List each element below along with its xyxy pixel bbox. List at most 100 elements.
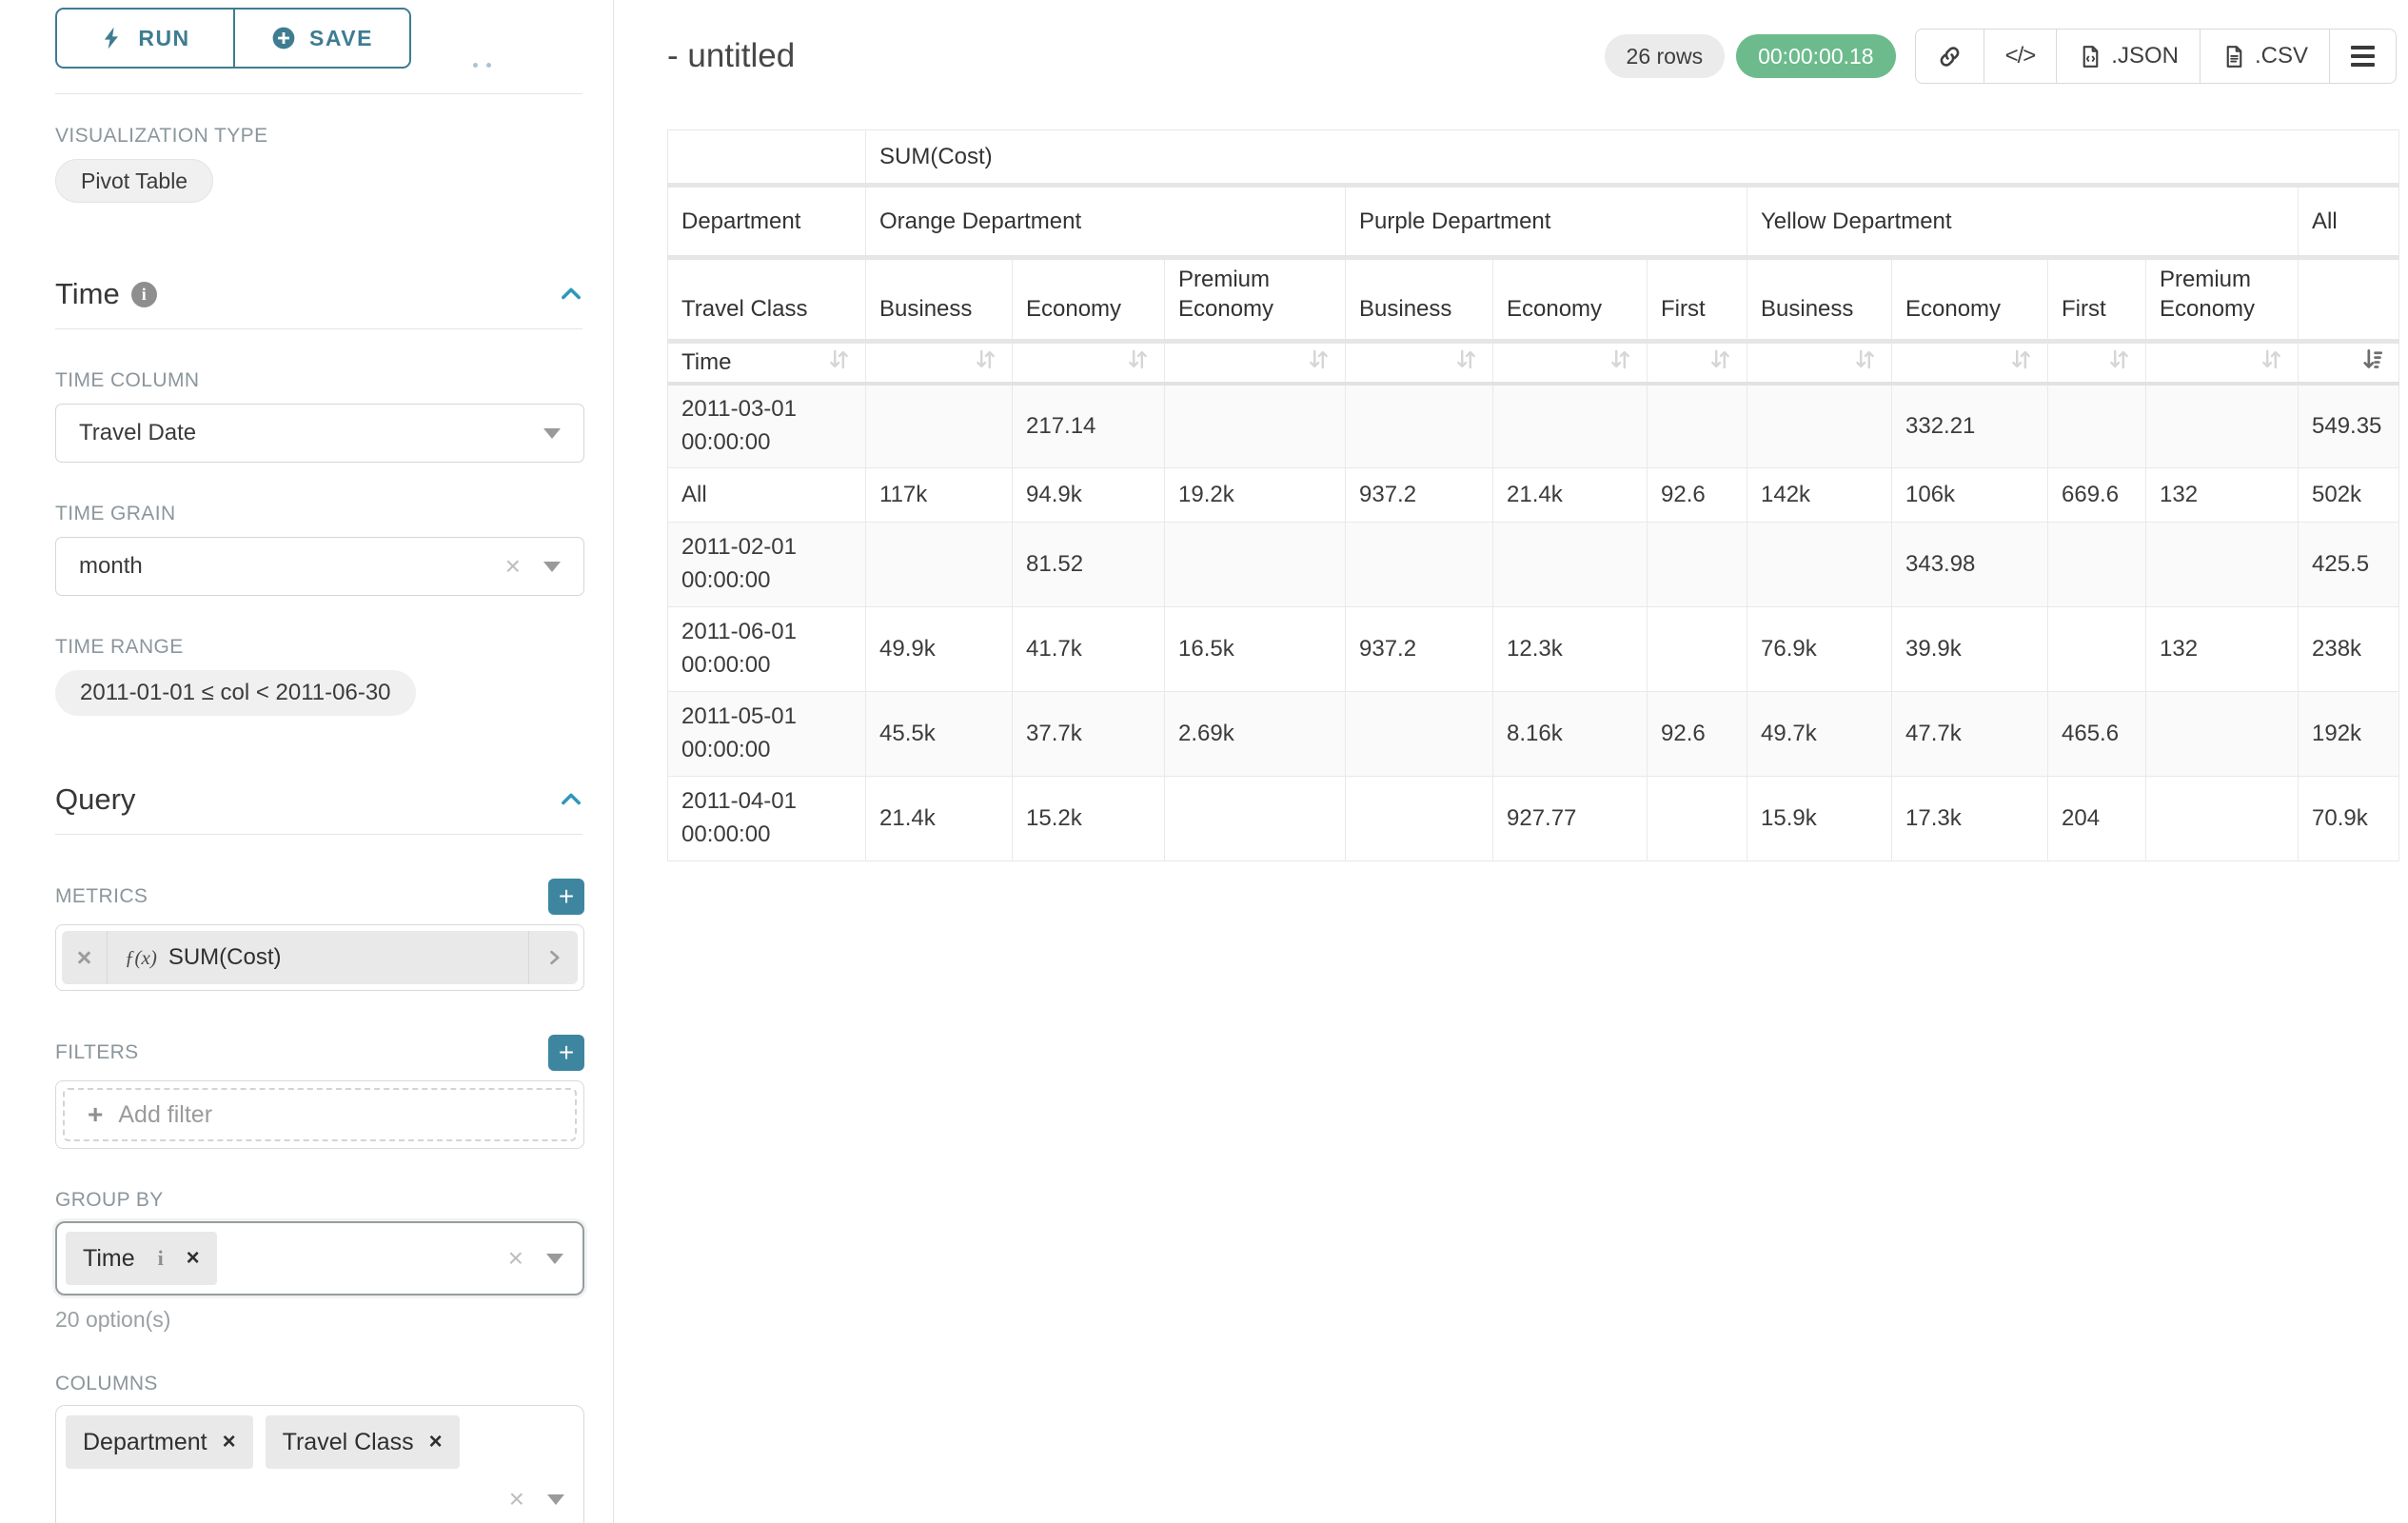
sort-header-cell[interactable] — [1493, 342, 1648, 384]
metrics-label: METRICS — [55, 885, 148, 908]
pivot-value-cell: 192k — [2299, 692, 2399, 777]
pivot-value-cell — [2048, 384, 2146, 468]
export-json-button[interactable]: .JSON — [2056, 30, 2200, 83]
sort-desc-active-icon[interactable] — [2359, 346, 2385, 379]
columns-select[interactable]: Department × Travel Class × × — [55, 1405, 584, 1523]
column-header-cell — [2299, 258, 2399, 342]
csv-file-icon — [2221, 44, 2247, 69]
columns-tag[interactable]: Department × — [66, 1415, 253, 1469]
time-grain-select[interactable]: month × — [55, 537, 584, 596]
sort-header-cell[interactable] — [1346, 342, 1493, 384]
time-column-select[interactable]: Travel Date — [55, 404, 584, 463]
sort-header-cell-time[interactable]: Time — [668, 342, 866, 384]
sort-header-cell[interactable] — [1648, 342, 1747, 384]
group-by-label: GROUP BY — [55, 1189, 584, 1212]
run-button[interactable]: RUN — [57, 10, 233, 67]
pivot-value-cell: 217.14 — [1013, 384, 1165, 468]
pivot-value-cell: 425.5 — [2299, 523, 2399, 607]
department-header-row: DepartmentOrange DepartmentPurple Depart… — [668, 186, 2399, 258]
sort-header-cell[interactable] — [1747, 342, 1892, 384]
pivot-value-cell — [1346, 692, 1493, 777]
info-icon: i — [131, 282, 157, 307]
columns-tag-label: Department — [83, 1429, 207, 1456]
metric-expand-control[interactable] — [528, 931, 578, 984]
group-by-options-hint: 20 option(s) — [55, 1307, 584, 1333]
sort-header-cell[interactable] — [866, 342, 1013, 384]
sort-header-cell[interactable] — [2146, 342, 2299, 384]
sort-header-cell[interactable] — [1165, 342, 1346, 384]
save-button[interactable]: SAVE — [233, 10, 409, 67]
remove-tag-icon[interactable]: × — [223, 1429, 236, 1455]
pivot-value-cell — [1346, 523, 1493, 607]
view-query-button[interactable]: </> — [1984, 30, 2057, 83]
column-header-cell: First — [1648, 258, 1747, 342]
clear-icon[interactable]: × — [508, 1245, 523, 1272]
pivot-value-cell: 21.4k — [866, 777, 1013, 861]
sort-icon[interactable] — [973, 346, 998, 379]
sort-header-cell[interactable] — [1892, 342, 2048, 384]
pivot-value-cell — [866, 384, 1013, 468]
panel-resize-handle[interactable] — [473, 63, 491, 68]
pivot-table: SUM(Cost)DepartmentOrange DepartmentPurp… — [667, 129, 2399, 861]
pivot-value-cell: 15.9k — [1747, 777, 1892, 861]
clear-icon[interactable]: × — [505, 553, 521, 580]
pivot-value-cell: 204 — [2048, 777, 2146, 861]
run-button-label: RUN — [138, 26, 189, 51]
more-options-button[interactable] — [2329, 30, 2396, 83]
pivot-value-cell — [2048, 607, 2146, 692]
column-header-cell: First — [2048, 258, 2146, 342]
visualization-type-pill[interactable]: Pivot Table — [55, 159, 213, 203]
group-by-tag[interactable]: Time i × — [66, 1232, 217, 1285]
save-button-label: SAVE — [309, 26, 373, 51]
pivot-value-cell — [1747, 523, 1892, 607]
hamburger-menu-icon — [2351, 46, 2375, 67]
department-group-header-cell: All — [2299, 186, 2399, 258]
sort-icon[interactable] — [2259, 346, 2284, 379]
department-group-header-cell: Yellow Department — [1747, 186, 2299, 258]
pivot-value-cell: 45.5k — [866, 692, 1013, 777]
sort-icon[interactable] — [1608, 346, 1633, 379]
group-by-tag-label: Time — [83, 1245, 135, 1273]
group-by-select[interactable]: Time i × × — [55, 1221, 584, 1296]
chevron-right-icon — [544, 948, 563, 967]
sort-header-cell[interactable] — [2299, 342, 2399, 384]
sort-icon[interactable] — [1125, 346, 1151, 379]
caret-down-icon — [543, 562, 561, 572]
row-header-cell: 2011-03-01 00:00:00 — [668, 384, 866, 468]
sort-icon[interactable] — [2008, 346, 2034, 379]
pivot-value-cell: 37.7k — [1013, 692, 1165, 777]
sort-header-cell[interactable] — [1013, 342, 1165, 384]
department-group-header-cell: Purple Department — [1346, 186, 1747, 258]
sort-icon[interactable] — [2106, 346, 2132, 379]
sort-header-cell[interactable] — [2048, 342, 2146, 384]
pivot-value-cell: 343.98 — [1892, 523, 2048, 607]
pivot-value-cell — [1648, 384, 1747, 468]
sort-icon[interactable] — [826, 346, 852, 379]
add-metric-button[interactable]: + — [548, 879, 584, 915]
columns-tag[interactable]: Travel Class × — [266, 1415, 460, 1469]
remove-tag-icon[interactable]: × — [429, 1429, 443, 1455]
chevron-up-icon[interactable] — [558, 786, 584, 813]
pivot-value-cell: 92.6 — [1648, 692, 1747, 777]
pivot-value-cell — [1648, 607, 1747, 692]
time-column-value: Travel Date — [79, 420, 543, 446]
remove-metric-icon[interactable]: × — [62, 931, 108, 984]
export-csv-button[interactable]: .CSV — [2200, 30, 2329, 83]
column-header-cell: Premium Economy — [1165, 258, 1346, 342]
add-filter-button[interactable]: + Add filter — [63, 1088, 577, 1141]
chart-title[interactable]: - untitled — [667, 37, 795, 75]
add-filter-plus-button[interactable]: + — [548, 1035, 584, 1071]
metric-pill[interactable]: × ƒ(x) SUM(Cost) — [62, 931, 578, 984]
sort-icon[interactable] — [1707, 346, 1733, 379]
filters-label: FILTERS — [55, 1041, 139, 1064]
sort-icon[interactable] — [1453, 346, 1479, 379]
time-range-pill[interactable]: 2011-01-01 ≤ col < 2011-06-30 — [55, 670, 416, 716]
sort-icon[interactable] — [1852, 346, 1878, 379]
clear-icon[interactable]: × — [509, 1486, 524, 1513]
sort-icon[interactable] — [1306, 346, 1332, 379]
table-row: 2011-04-01 00:00:0021.4k15.2k927.7715.9k… — [668, 777, 2399, 861]
remove-tag-icon[interactable]: × — [187, 1245, 200, 1272]
share-link-button[interactable] — [1916, 30, 1984, 83]
chevron-up-icon[interactable] — [558, 281, 584, 307]
time-section-title: Time — [55, 277, 120, 311]
